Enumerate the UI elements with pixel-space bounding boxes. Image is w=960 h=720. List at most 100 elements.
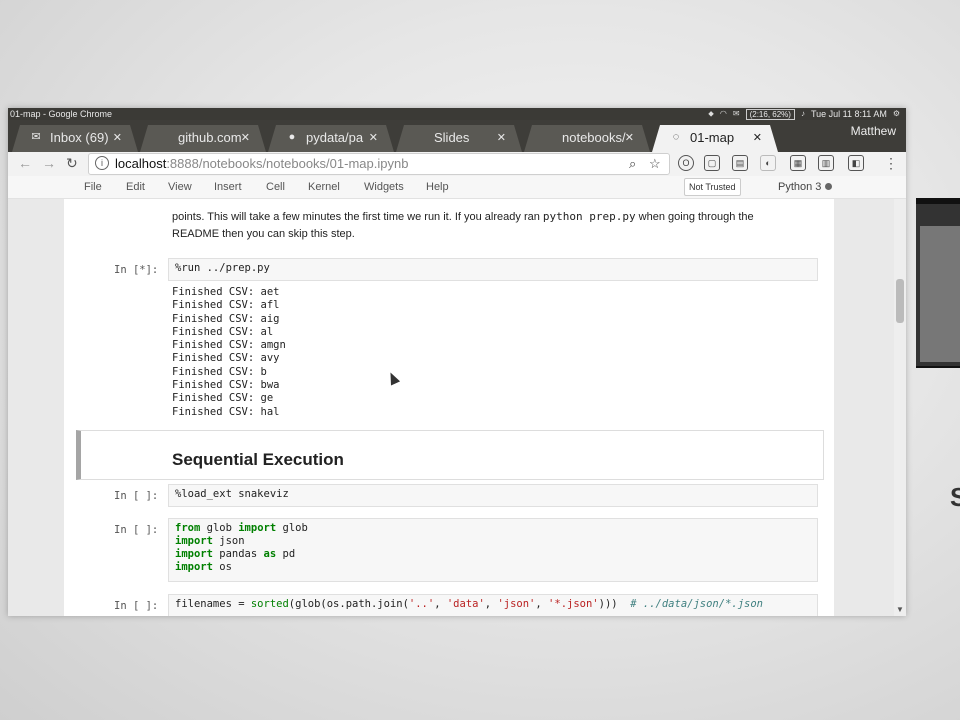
kernel-name: Python 3 xyxy=(778,181,822,193)
extension-icon[interactable]: ◧ xyxy=(848,155,864,171)
address-bar[interactable]: i localhost:8888/notebooks/notebooks/01-… xyxy=(88,153,670,175)
background-glyph: S xyxy=(950,482,960,512)
string-literal: '*.json' xyxy=(548,598,599,610)
tab-01-map[interactable]: ◌ 01-map ✕ xyxy=(652,125,778,152)
string-literal: 'json' xyxy=(497,598,536,610)
code-comment: # ../data/json/*.json xyxy=(630,598,764,610)
cell-prompt: In [ ]: xyxy=(114,600,159,612)
output-line: Finished CSV: hal xyxy=(172,405,280,418)
url-text[interactable]: localhost:8888/notebooks/notebooks/01-ma… xyxy=(115,156,408,171)
tab-notebooks[interactable]: notebooks/ ✕ xyxy=(524,125,650,152)
tab-strip: ✉ Inbox (69) ✕ github.com ✕ ● pydata/pa … xyxy=(8,120,906,152)
menu-edit[interactable]: Edit xyxy=(126,181,145,193)
markdown-text-part: points. This will take a few minutes the… xyxy=(172,211,543,223)
extension-icon[interactable]: ◐ xyxy=(760,155,776,171)
bookmark-star-icon[interactable]: ☆ xyxy=(649,156,661,172)
keyword: as xyxy=(263,548,277,560)
inline-code: python prep.py xyxy=(542,210,636,223)
string-literal: 'data' xyxy=(446,598,485,610)
close-icon[interactable]: ✕ xyxy=(753,131,762,144)
output-line: Finished CSV: aig xyxy=(172,312,280,325)
trust-button[interactable]: Not Trusted xyxy=(684,178,741,196)
tab-pydata[interactable]: ● pydata/pa ✕ xyxy=(268,125,394,152)
code-text: glob xyxy=(200,522,239,534)
github-icon: ● xyxy=(288,131,296,143)
code-line: from glob import glob xyxy=(175,522,811,535)
code-text: ))) xyxy=(598,598,618,610)
tab-inbox[interactable]: ✉ Inbox (69) ✕ xyxy=(12,125,138,152)
code-line: import json xyxy=(175,535,811,548)
menu-cell[interactable]: Cell xyxy=(266,181,285,193)
output-line: Finished CSV: al xyxy=(172,325,274,338)
keyword: import xyxy=(175,535,213,547)
clock[interactable]: Tue Jul 11 8:11 AM xyxy=(811,108,887,120)
scroll-down-icon[interactable]: ▼ xyxy=(896,605,904,614)
menu-view[interactable]: View xyxy=(168,181,192,193)
code-cell-input[interactable]: %load_ext snakeviz xyxy=(168,484,818,507)
scrollbar-thumb[interactable] xyxy=(896,279,904,323)
tab-github[interactable]: github.com ✕ xyxy=(140,125,266,152)
output-line: Finished CSV: aet xyxy=(172,286,280,298)
code-text: filenames = xyxy=(175,598,251,610)
cell-prompt: In [*]: xyxy=(114,264,159,276)
code-cell-input[interactable]: filenames = sorted(glob(os.path.join('..… xyxy=(168,594,818,616)
browser-window: 01-map - Google Chrome ⬥ ◠ ✉ (2:16, 62%)… xyxy=(8,108,906,616)
code-text: pd xyxy=(276,548,296,560)
mail-tray-icon[interactable]: ✉ xyxy=(733,108,740,120)
menu-kernel[interactable]: Kernel xyxy=(308,181,340,193)
close-icon[interactable]: ✕ xyxy=(241,131,250,144)
close-icon[interactable]: ✕ xyxy=(113,131,122,144)
cell-output: Finished CSV: aet Finished CSV: afl Finish… xyxy=(172,286,286,419)
menu-widgets[interactable]: Widgets xyxy=(364,181,404,193)
wifi-icon[interactable]: ◠ xyxy=(720,108,727,120)
opera-extension-icon[interactable]: O xyxy=(678,155,694,171)
cell-prompt: In [ ]: xyxy=(114,524,159,536)
kernel-busy-icon xyxy=(825,183,833,190)
profile-button[interactable]: Matthew xyxy=(851,124,896,138)
volume-icon[interactable]: ♪ xyxy=(801,108,805,120)
search-icon[interactable]: ⌕ xyxy=(629,156,636,172)
menu-icon[interactable]: ⋮ xyxy=(884,155,898,172)
extension-icon[interactable]: ▥ xyxy=(818,155,834,171)
menu-insert[interactable]: Insert xyxy=(214,181,242,193)
menu-help[interactable]: Help xyxy=(426,181,449,193)
keyword: from xyxy=(175,522,201,534)
output-line: Finished CSV: amgn xyxy=(172,339,286,352)
code-line: import pandas as pd xyxy=(175,548,811,561)
close-icon[interactable]: ✕ xyxy=(625,131,634,144)
output-line: Finished CSV: b xyxy=(172,365,267,378)
menu-file[interactable]: File xyxy=(84,181,102,193)
forward-icon[interactable]: → xyxy=(42,155,56,171)
close-icon[interactable]: ✕ xyxy=(497,131,506,144)
output-line: Finished CSV: avy xyxy=(172,352,280,365)
info-icon[interactable]: i xyxy=(95,156,109,170)
tab-slides[interactable]: Slides ✕ xyxy=(396,125,522,152)
back-icon[interactable]: ← xyxy=(18,155,32,171)
code-text: pandas xyxy=(212,548,264,560)
mail-icon: ✉ xyxy=(31,131,41,143)
code-cell-input[interactable]: %run ../prep.py xyxy=(168,258,818,281)
code-text: glob xyxy=(276,522,308,534)
builtin: sorted xyxy=(250,598,289,610)
extension-icon[interactable]: ▦ xyxy=(790,155,806,171)
dropbox-icon[interactable]: ⬥ xyxy=(708,108,714,120)
keyword: import xyxy=(175,548,213,560)
code-cell-input[interactable]: from glob import glob import json import p… xyxy=(168,518,818,582)
reload-icon[interactable]: ↻ xyxy=(66,155,78,172)
string-literal: '..' xyxy=(408,598,435,610)
section-heading: Sequential Execution xyxy=(172,450,344,469)
markdown-text: README then you can skip this step. xyxy=(172,228,355,240)
jupyter-icon: ◌ xyxy=(672,131,680,143)
settings-gear-icon[interactable]: ⚙ xyxy=(893,108,900,120)
keyword: import xyxy=(175,561,213,573)
page-scrollbar[interactable]: ▼ xyxy=(894,199,906,616)
extension-icon[interactable]: ▤ xyxy=(732,155,748,171)
cell-prompt: In [ ]: xyxy=(114,490,159,502)
battery-indicator[interactable]: (2:16, 62%) xyxy=(745,108,795,120)
code-text: (glob(os.path.join( xyxy=(288,598,409,610)
output-line: Finished CSV: afl xyxy=(172,299,280,312)
code-text: os xyxy=(212,561,232,573)
markdown-text-part: when going through the xyxy=(635,211,754,223)
close-icon[interactable]: ✕ xyxy=(369,131,378,144)
extension-icon[interactable]: ▢ xyxy=(704,155,720,171)
